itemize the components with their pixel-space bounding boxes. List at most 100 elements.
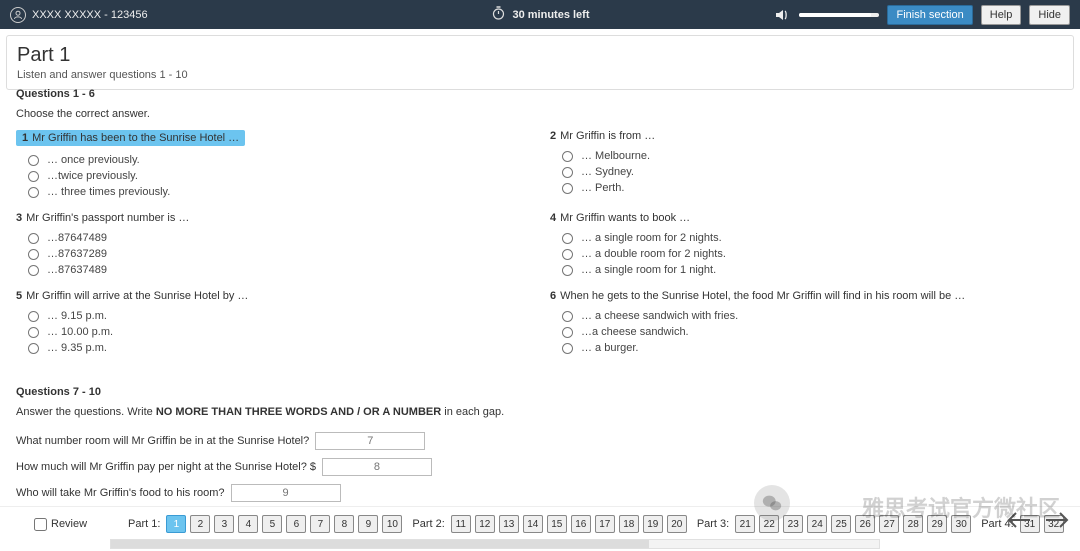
question-number: 2 bbox=[550, 130, 556, 142]
answer-option[interactable]: …twice previously. bbox=[16, 168, 520, 184]
question-block: 1 Mr Griffin has been to the Sunrise Hote… bbox=[16, 130, 520, 200]
stopwatch-icon bbox=[490, 5, 506, 24]
horizontal-scrollbar[interactable] bbox=[110, 539, 880, 549]
radio-input[interactable] bbox=[28, 311, 39, 322]
radio-input[interactable] bbox=[28, 233, 39, 244]
radio-input[interactable] bbox=[28, 187, 39, 198]
radio-input[interactable] bbox=[28, 343, 39, 354]
nav-question-button[interactable]: 5 bbox=[262, 515, 282, 533]
review-checkbox[interactable]: Review bbox=[34, 518, 87, 531]
radio-input[interactable] bbox=[562, 167, 573, 178]
volume-slider[interactable] bbox=[799, 13, 879, 17]
answer-option[interactable]: … 10.00 p.m. bbox=[16, 324, 520, 340]
nav-question-button[interactable]: 19 bbox=[643, 515, 663, 533]
question-block: 4Mr Griffin wants to book …… a single ro… bbox=[550, 212, 1054, 278]
answer-option[interactable]: … 9.15 p.m. bbox=[16, 308, 520, 324]
option-text: … a cheese sandwich with fries. bbox=[581, 310, 738, 322]
radio-input[interactable] bbox=[562, 343, 573, 354]
nav-question-button[interactable]: 18 bbox=[619, 515, 639, 533]
nav-question-button[interactable]: 21 bbox=[735, 515, 755, 533]
finish-section-button[interactable]: Finish section bbox=[887, 5, 972, 25]
question-number: 5 bbox=[16, 290, 22, 302]
radio-input[interactable] bbox=[28, 265, 39, 276]
radio-input[interactable] bbox=[28, 327, 39, 338]
instr-c: in each gap. bbox=[441, 406, 504, 418]
answer-option[interactable]: … 9.35 p.m. bbox=[16, 340, 520, 356]
question-number: 4 bbox=[550, 212, 556, 224]
answer-option[interactable]: …a cheese sandwich. bbox=[550, 324, 1054, 340]
gap-input[interactable] bbox=[315, 432, 425, 450]
user-section: XXXX XXXXX - 123456 bbox=[10, 7, 773, 23]
nav-question-button[interactable]: 25 bbox=[831, 515, 851, 533]
option-text: …a cheese sandwich. bbox=[581, 326, 689, 338]
content-scroll[interactable]: Questions 1 - 6 Choose the correct answe… bbox=[6, 80, 1068, 506]
answer-option[interactable]: …87637489 bbox=[16, 262, 520, 278]
nav-question-button[interactable]: 17 bbox=[595, 515, 615, 533]
answer-option[interactable]: …87647489 bbox=[16, 230, 520, 246]
radio-input[interactable] bbox=[562, 151, 573, 162]
radio-input[interactable] bbox=[28, 155, 39, 166]
radio-input[interactable] bbox=[28, 171, 39, 182]
nav-question-button[interactable]: 9 bbox=[358, 515, 378, 533]
answer-option[interactable]: … a single room for 1 night. bbox=[550, 262, 1054, 278]
answer-option[interactable]: … once previously. bbox=[16, 152, 520, 168]
user-icon bbox=[10, 7, 26, 23]
question-text: Mr Griffin's passport number is … bbox=[26, 212, 189, 224]
nav-question-button[interactable]: 15 bbox=[547, 515, 567, 533]
nav-question-button[interactable]: 3 bbox=[214, 515, 234, 533]
nav-question-button[interactable]: 13 bbox=[499, 515, 519, 533]
nav-question-button[interactable]: 11 bbox=[451, 515, 471, 533]
top-bar: XXXX XXXXX - 123456 30 minutes left Fini… bbox=[0, 0, 1080, 29]
option-text: …87637489 bbox=[47, 264, 107, 276]
option-text: … a double room for 2 nights. bbox=[581, 248, 726, 260]
radio-input[interactable] bbox=[562, 265, 573, 276]
watermark-text: 雅思考试官方微社区 bbox=[862, 491, 1060, 523]
answer-option[interactable]: … Sydney. bbox=[550, 164, 1054, 180]
instr-a: Answer the questions. Write bbox=[16, 406, 156, 418]
gap-input[interactable] bbox=[322, 458, 432, 476]
option-text: … Perth. bbox=[581, 182, 624, 194]
review-box[interactable] bbox=[34, 518, 47, 531]
nav-question-button[interactable]: 4 bbox=[238, 515, 258, 533]
question-number: 1 bbox=[22, 132, 28, 144]
question-block: 6When he gets to the Sunrise Hotel, the … bbox=[550, 290, 1054, 356]
nav-question-button[interactable]: 20 bbox=[667, 515, 687, 533]
nav-question-button[interactable]: 14 bbox=[523, 515, 543, 533]
scrollbar-thumb[interactable] bbox=[111, 540, 649, 548]
nav-question-button[interactable]: 10 bbox=[382, 515, 402, 533]
option-text: … a single room for 1 night. bbox=[581, 264, 716, 276]
radio-input[interactable] bbox=[562, 233, 573, 244]
nav-question-button[interactable]: 23 bbox=[783, 515, 803, 533]
answer-option[interactable]: … a cheese sandwich with fries. bbox=[550, 308, 1054, 324]
option-text: … 9.35 p.m. bbox=[47, 342, 107, 354]
answer-option[interactable]: … three times previously. bbox=[16, 184, 520, 200]
nav-question-button[interactable]: 12 bbox=[475, 515, 495, 533]
answer-option[interactable]: …87637289 bbox=[16, 246, 520, 262]
answer-option[interactable]: … a double room for 2 nights. bbox=[550, 246, 1054, 262]
nav-question-button[interactable]: 2 bbox=[190, 515, 210, 533]
nav-question-button[interactable]: 7 bbox=[310, 515, 330, 533]
nav-question-button[interactable]: 1 bbox=[166, 515, 186, 533]
answer-option[interactable]: … Melbourne. bbox=[550, 148, 1054, 164]
nav-question-button[interactable]: 6 bbox=[286, 515, 306, 533]
question-text: Mr Griffin has been to the Sunrise Hotel… bbox=[32, 132, 239, 144]
section2-instruction: Answer the questions. Write NO MORE THAN… bbox=[6, 406, 1064, 428]
volume-icon[interactable] bbox=[773, 6, 791, 24]
question-prompt: 2Mr Griffin is from … bbox=[550, 130, 1054, 142]
hide-button[interactable]: Hide bbox=[1029, 5, 1070, 25]
nav-question-button[interactable]: 24 bbox=[807, 515, 827, 533]
gap-input[interactable] bbox=[231, 484, 341, 502]
answer-option[interactable]: … a burger. bbox=[550, 340, 1054, 356]
answer-option[interactable]: … Perth. bbox=[550, 180, 1054, 196]
help-button[interactable]: Help bbox=[981, 5, 1022, 25]
nav-question-button[interactable]: 16 bbox=[571, 515, 591, 533]
radio-input[interactable] bbox=[562, 183, 573, 194]
radio-input[interactable] bbox=[562, 311, 573, 322]
section1-heading: Questions 1 - 6 bbox=[6, 80, 1064, 108]
radio-input[interactable] bbox=[28, 249, 39, 260]
question-block: 5Mr Griffin will arrive at the Sunrise H… bbox=[16, 290, 520, 356]
radio-input[interactable] bbox=[562, 249, 573, 260]
radio-input[interactable] bbox=[562, 327, 573, 338]
answer-option[interactable]: … a single room for 2 nights. bbox=[550, 230, 1054, 246]
nav-question-button[interactable]: 8 bbox=[334, 515, 354, 533]
